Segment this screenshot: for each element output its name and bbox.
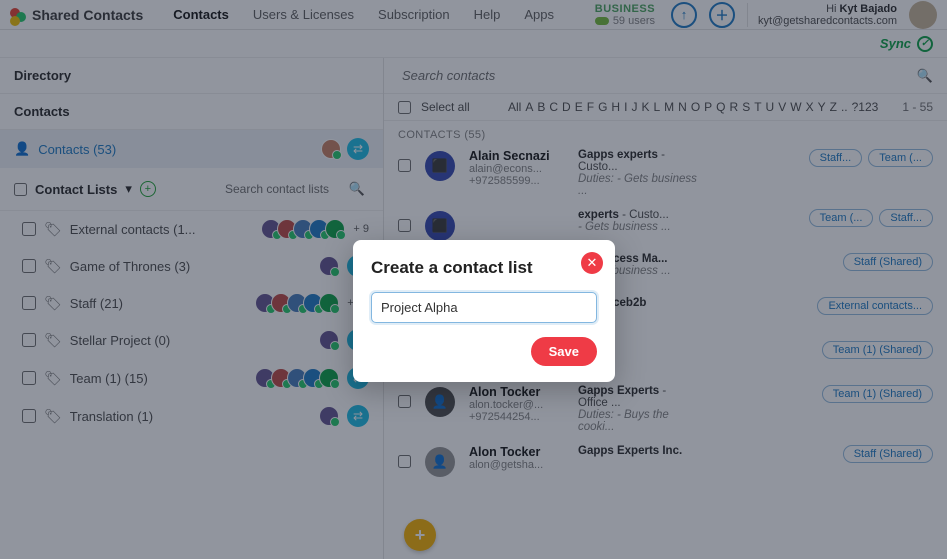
- save-button[interactable]: Save: [531, 337, 597, 366]
- modal-close-button[interactable]: ✕: [581, 252, 603, 274]
- create-list-modal: ✕ Create a contact list Save: [353, 240, 615, 382]
- close-icon: ✕: [587, 255, 598, 271]
- modal-title: Create a contact list: [371, 258, 597, 278]
- list-name-input[interactable]: [371, 292, 597, 323]
